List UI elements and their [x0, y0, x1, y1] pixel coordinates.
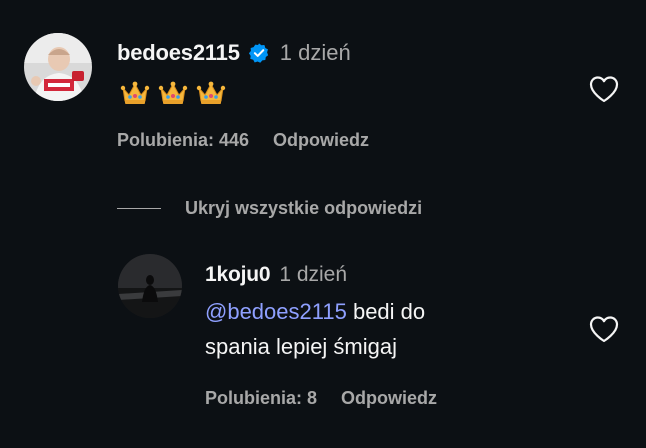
reply-likes-count[interactable]: Polubienia: 8 — [205, 388, 317, 409]
crown-emoji-icon — [120, 81, 150, 104]
reply-text-line2: spania lepiej śmigaj — [205, 334, 397, 359]
reply-time[interactable]: 1 dzień — [279, 263, 347, 287]
comment-avatar[interactable] — [24, 33, 92, 101]
reply-like-button[interactable] — [588, 314, 620, 344]
comment-reply-button[interactable]: Odpowiedz — [273, 130, 369, 151]
hide-replies-label: Ukryj wszystkie odpowiedzi — [185, 197, 423, 218]
comment-like-button[interactable] — [588, 74, 620, 104]
avatar-image — [118, 254, 182, 318]
reply-reply-button[interactable]: Odpowiedz — [341, 388, 437, 409]
verified-badge-icon — [248, 42, 270, 64]
crown-emoji-icon — [196, 81, 226, 104]
reply-username[interactable]: 1koju0 — [205, 263, 271, 287]
reply-avatar[interactable] — [118, 254, 182, 318]
avatar-image — [24, 33, 92, 101]
crown-emoji-icon — [158, 81, 188, 104]
comment-text — [120, 80, 226, 106]
heart-outline-icon — [589, 76, 619, 103]
reply-text: @bedoes2115 bedi do spania lepiej śmigaj — [205, 294, 565, 364]
comment-actions: Polubienia: 446 Odpowiedz — [117, 129, 369, 151]
comment-time[interactable]: 1 dzień — [280, 40, 351, 66]
reply-text-line1: bedi do — [352, 299, 426, 324]
heart-outline-icon — [589, 316, 619, 343]
comment-likes-count[interactable]: Polubienia: 446 — [117, 130, 249, 151]
reply-mention-link[interactable]: @bedoes2115 — [205, 299, 347, 324]
comments-thread: bedoes2115 1 dzień Polubienia: 446 Odpow… — [0, 0, 646, 448]
reply-actions: Polubienia: 8 Odpowiedz — [205, 387, 437, 409]
comment-username[interactable]: bedoes2115 — [117, 40, 240, 66]
divider-line — [117, 207, 161, 209]
reply-header: 1koju0 1 dzień — [205, 260, 347, 290]
hide-replies-button[interactable]: Ukryj wszystkie odpowiedzi — [117, 196, 422, 220]
comment-header: bedoes2115 1 dzień — [117, 38, 351, 68]
